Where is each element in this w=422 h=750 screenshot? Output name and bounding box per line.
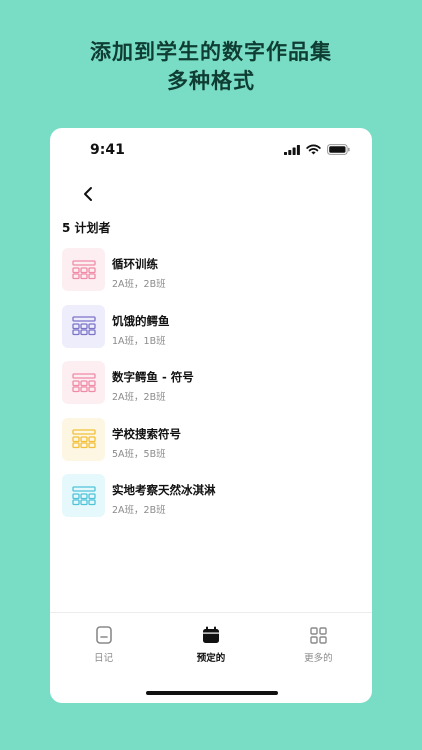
planner-classes: 2A班，2B班 [112, 279, 166, 290]
headline-line-2: 多种格式 [167, 69, 255, 93]
home-indicator [146, 691, 278, 695]
planner-grid-icon [71, 485, 96, 505]
phone-screen: 9:41 5 计划者 循环训练 2A班，2B班 饥饿的鳄鱼 1A班，1B班 数字… [50, 128, 372, 703]
planner-list: 循环训练 2A班，2B班 饥饿的鳄鱼 1A班，1B班 数字鳄鱼 - 符号 2A班，2B班学… [50, 244, 372, 527]
planner-grid-icon [71, 316, 96, 336]
battery-icon [327, 144, 350, 155]
planner-name: 饥饿的鳄鱼 [112, 313, 170, 328]
planner-classes: 5A班，5B班 [112, 448, 166, 460]
planner-name: 实地考察天然冰淇淋 [112, 483, 216, 497]
calendar-icon [202, 626, 220, 644]
planner-grid-icon [71, 429, 96, 449]
planner-grid-icon [71, 372, 96, 392]
journal-icon [95, 626, 113, 644]
planner-thumbnail [62, 361, 105, 404]
grid-more-icon [309, 626, 327, 644]
planner-thumbnail [62, 304, 105, 348]
planner-item[interactable]: 饥饿的鳄鱼 1A班，1B班 [50, 301, 372, 358]
tab-more[interactable]: 更多的 [265, 613, 372, 673]
planner-classes: 1A班，1B班 [112, 335, 166, 347]
tab-bar: 日记 预定的 更多的 [50, 613, 372, 673]
planner-classes: 2A班，2B班 [112, 392, 166, 403]
chevron-left-icon [84, 187, 92, 201]
status-icons [284, 144, 350, 155]
tab-more-label: 更多的 [304, 653, 333, 664]
planner-name: 学校搜索符号 [112, 426, 181, 441]
planner-thumbnail [62, 474, 105, 517]
status-bar: 9:41 [50, 128, 372, 174]
planner-item[interactable]: 学校搜索符号 5A班，5B班 [50, 414, 372, 471]
planner-item[interactable]: 数字鳄鱼 - 符号 2A班，2B班 [50, 357, 372, 414]
planner-item[interactable]: 实地考察天然冰淇淋 2A班，2B班 [50, 470, 372, 527]
promo-headline: 添加到学生的数字作品集 多种格式 [0, 38, 422, 96]
planner-thumbnail [62, 248, 105, 291]
back-button[interactable] [76, 182, 100, 206]
planner-item[interactable]: 循环训练 2A班，2B班 [50, 244, 372, 301]
wifi-icon [306, 144, 321, 155]
planner-count-title: 5 计划者 [62, 221, 111, 235]
planner-name: 数字鳄鱼 - 符号 [112, 370, 194, 384]
planner-thumbnail [62, 417, 105, 461]
tab-scheduled-label: 预定的 [196, 653, 226, 664]
tab-journal-label: 日记 [94, 653, 114, 664]
planner-name: 循环训练 [112, 257, 158, 271]
signal-icon [284, 144, 300, 155]
status-time: 9:41 [90, 142, 125, 158]
tab-journal[interactable]: 日记 [50, 613, 157, 673]
planner-classes: 2A班，2B班 [112, 505, 166, 516]
headline-line-1: 添加到学生的数字作品集 [90, 40, 332, 64]
planner-grid-icon [71, 259, 96, 279]
tab-scheduled[interactable]: 预定的 [157, 613, 264, 673]
